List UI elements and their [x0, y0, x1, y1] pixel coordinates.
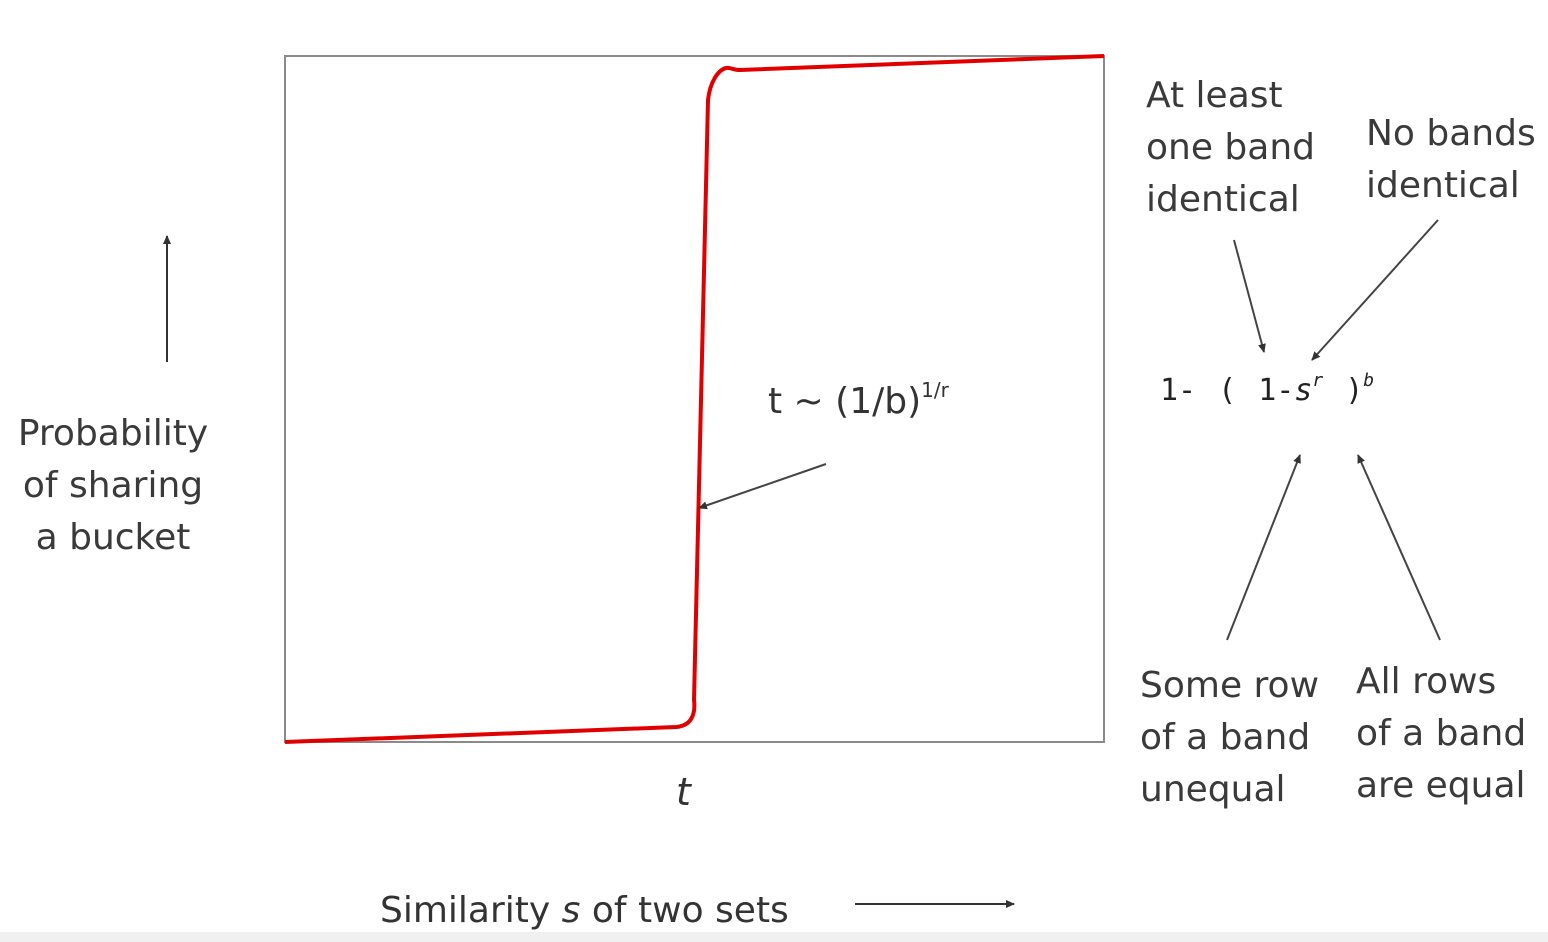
threshold-formula-note: t ~ (1/b)1/r [768, 378, 949, 422]
banding-formula: 1-(1-sr)b [1160, 370, 1374, 408]
x-axis-label-suffix: of two sets [580, 890, 789, 931]
formula-part: 1- [1160, 373, 1197, 408]
annotation-line: identical [1366, 165, 1520, 206]
arrow-no-bands [1311, 219, 1439, 361]
annotation-line: No bands [1366, 113, 1536, 154]
annotation-line: unequal [1140, 769, 1286, 810]
y-axis-label-line: Probability [17, 413, 209, 454]
annotation-line: At least [1146, 75, 1283, 116]
y-axis-label-line: a bucket [35, 517, 191, 558]
annotation-line: of a band [1140, 717, 1311, 758]
formula-part: 1- [1258, 373, 1295, 408]
x-axis-label: Similarity s of two sets [380, 890, 789, 931]
x-axis-label-prefix: Similarity [380, 890, 562, 931]
y-axis-label: Probability of sharing a bucket [8, 408, 218, 564]
arrow-all-rows [1357, 454, 1441, 641]
arrow-some-row [1226, 454, 1301, 641]
threshold-note-base: t ~ (1/b) [768, 381, 922, 422]
formula-part: ) [1345, 373, 1364, 408]
annotation-at-least-one-band: At least one band identical [1146, 70, 1315, 226]
annotation-line: are equal [1356, 765, 1526, 806]
annotation-line: of a band [1356, 713, 1527, 754]
annotation-some-row: Some row of a band unequal [1140, 660, 1319, 816]
annotation-all-rows: All rows of a band are equal [1356, 656, 1526, 812]
formula-part: ( [1218, 373, 1237, 408]
formula-s: s [1294, 373, 1313, 408]
threshold-note-exponent: 1/r [921, 378, 949, 402]
annotation-line: Some row [1140, 665, 1320, 706]
arrow-at-least-one [1233, 239, 1266, 353]
annotation-line: one band [1146, 127, 1316, 168]
annotation-no-bands: No bands identical [1366, 108, 1536, 212]
threshold-arrow [698, 463, 827, 510]
annotation-line: All rows [1356, 661, 1497, 702]
y-axis-label-line: of sharing [22, 465, 204, 506]
threshold-tick-label: t [676, 770, 691, 814]
annotation-line: identical [1146, 179, 1300, 220]
bottom-strip [0, 932, 1548, 942]
s-curve [284, 54, 1105, 744]
formula-b: b [1363, 370, 1375, 391]
x-axis-label-var: s [561, 890, 581, 931]
formula-r: r [1312, 370, 1324, 391]
